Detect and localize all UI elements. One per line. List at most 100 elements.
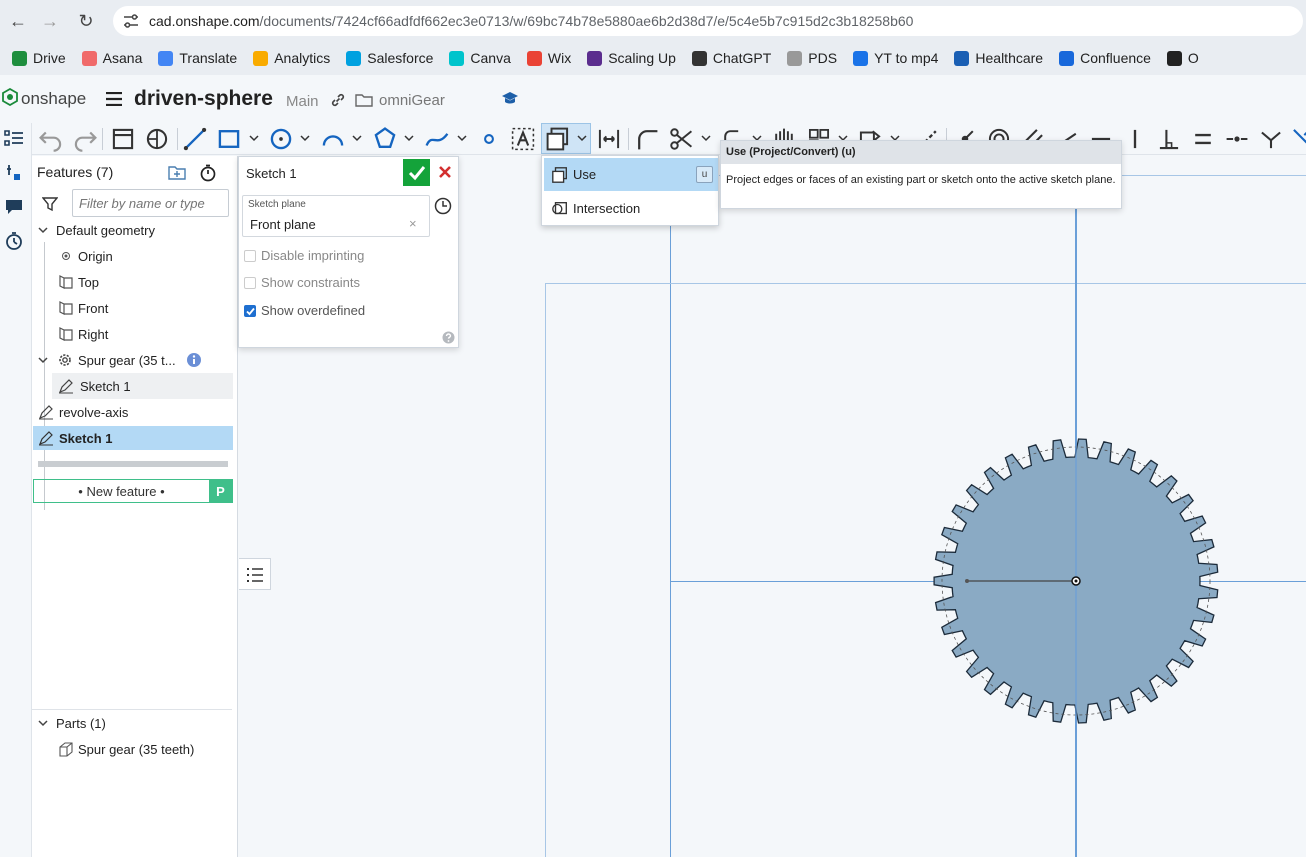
chevron-down-icon[interactable] <box>701 133 711 143</box>
confirm-button[interactable] <box>403 159 430 186</box>
parts-group[interactable]: Parts (1) <box>37 710 106 736</box>
feature-item-revolve-axis[interactable]: revolve-axis <box>38 399 128 425</box>
disable-imprinting-option[interactable]: Disable imprinting <box>244 248 364 263</box>
chevron-down-icon[interactable] <box>404 133 414 143</box>
reload-icon[interactable]: ↻ <box>68 3 104 39</box>
midpoint-icon[interactable] <box>1224 126 1250 152</box>
undo-icon[interactable] <box>38 126 64 152</box>
bookmark-item[interactable]: Analytics <box>245 44 338 72</box>
chevron-down-icon[interactable] <box>352 133 362 143</box>
redo-icon[interactable] <box>72 126 98 152</box>
forward-icon[interactable]: → <box>32 3 68 39</box>
link-icon[interactable] <box>330 92 346 108</box>
rollback-timer-icon[interactable] <box>199 164 217 182</box>
part-item[interactable]: Spur gear (35 teeth) <box>58 736 194 762</box>
show-constraints-option[interactable]: Show constraints <box>244 275 360 290</box>
insert-part-icon[interactable] <box>4 163 24 183</box>
back-icon[interactable]: ← <box>0 3 36 39</box>
chevron-down-icon[interactable] <box>37 717 49 729</box>
filter-input[interactable] <box>72 189 229 217</box>
site-settings-icon[interactable] <box>123 14 139 28</box>
chevron-down-icon[interactable] <box>457 133 467 143</box>
feature-list-icon[interactable] <box>3 128 25 148</box>
bookmark-item[interactable]: Asana <box>74 44 151 72</box>
menu-item-intersection[interactable]: Intersection <box>544 193 718 225</box>
branch-name[interactable]: Main <box>286 93 319 110</box>
bookmark-label: ChatGPT <box>712 50 772 66</box>
bookmark-item[interactable]: Canva <box>441 44 518 72</box>
feature-item-spur-gear[interactable]: Spur gear (35 t... <box>37 347 237 373</box>
feature-item-right[interactable]: Right <box>58 321 108 347</box>
chevron-down-icon[interactable] <box>37 354 49 366</box>
info-icon[interactable] <box>186 352 202 368</box>
bookmark-item[interactable]: O <box>1159 44 1207 72</box>
menu-icon[interactable] <box>106 92 122 106</box>
show-overdefined-checkbox[interactable] <box>244 304 256 317</box>
feature-item-front[interactable]: Front <box>58 295 108 321</box>
sketch-icon[interactable] <box>110 126 136 152</box>
trim-icon[interactable] <box>668 126 694 152</box>
arc-icon[interactable] <box>320 126 346 152</box>
view-normal-icon[interactable] <box>144 126 170 152</box>
bookmark-favicon-icon <box>691 50 707 66</box>
vertical-icon[interactable] <box>1122 126 1148 152</box>
equal-icon[interactable] <box>1190 126 1216 152</box>
pierce-icon[interactable] <box>1290 126 1306 152</box>
bookmark-item[interactable]: Healthcare <box>946 44 1051 72</box>
point-icon[interactable] <box>476 126 502 152</box>
bookmark-item[interactable]: ChatGPT <box>684 44 779 72</box>
sketch-plane-field[interactable]: Sketch plane Front plane × <box>242 195 430 237</box>
bookmark-item[interactable]: YT to mp4 <box>845 44 946 72</box>
bookmark-item[interactable]: Salesforce <box>338 44 441 72</box>
new-folder-icon[interactable] <box>168 165 186 181</box>
clear-plane-icon[interactable]: × <box>409 216 417 231</box>
history-clock-icon[interactable] <box>434 197 452 215</box>
feature-list-toggle[interactable] <box>239 558 271 590</box>
bookmark-item[interactable]: Wix <box>519 44 579 72</box>
chevron-down-icon[interactable] <box>37 224 49 236</box>
document-title[interactable]: driven-sphere <box>134 87 273 111</box>
bookmark-item[interactable]: Translate <box>150 44 245 72</box>
fillet-icon[interactable] <box>634 126 660 152</box>
chevron-down-icon[interactable] <box>577 133 587 143</box>
chevron-down-icon[interactable] <box>249 133 259 143</box>
feature-item-sketch1-selected[interactable]: Sketch 1 <box>33 426 233 450</box>
feature-item-spur-sketch[interactable]: Sketch 1 <box>52 373 233 399</box>
use-icon[interactable] <box>545 126 571 152</box>
feature-item-top[interactable]: Top <box>58 269 99 295</box>
show-constraints-checkbox[interactable] <box>244 276 256 289</box>
logo-text: onshape <box>21 89 87 108</box>
dimension-icon[interactable] <box>596 126 622 152</box>
history-icon[interactable] <box>4 231 24 251</box>
learning-center-icon[interactable] <box>501 91 519 107</box>
default-geometry-group[interactable]: Default geometry <box>37 217 155 243</box>
bookmark-favicon-icon <box>853 50 869 66</box>
bookmark-item[interactable]: Scaling Up <box>579 44 684 72</box>
show-overdefined-option[interactable]: Show overdefined <box>244 303 365 318</box>
chevron-down-icon[interactable] <box>300 133 310 143</box>
filter-icon[interactable] <box>42 196 58 212</box>
circle-icon[interactable] <box>268 126 294 152</box>
new-feature-button[interactable]: • New feature • P <box>33 479 233 503</box>
rectangle-icon[interactable] <box>216 126 242 152</box>
bookmark-item[interactable]: Confluence <box>1051 44 1159 72</box>
feature-item-origin[interactable]: Origin <box>60 243 113 269</box>
help-icon[interactable] <box>442 331 455 344</box>
revolve-axis-line <box>1075 443 1077 733</box>
text-icon[interactable] <box>510 126 536 152</box>
cancel-icon[interactable] <box>438 165 452 179</box>
folder-name[interactable]: omniGear <box>379 92 445 109</box>
bookmark-item[interactable]: Drive <box>4 44 74 72</box>
bookmark-label: Drive <box>33 50 66 66</box>
menu-item-use[interactable]: Use u <box>544 158 718 191</box>
perpendicular-icon[interactable] <box>1156 126 1182 152</box>
spline-icon[interactable] <box>424 126 450 152</box>
address-bar[interactable]: cad.onshape.com/documents/7424cf66adfdf6… <box>113 6 1303 36</box>
rollback-bar[interactable] <box>38 461 228 467</box>
normal-icon[interactable] <box>1258 126 1284 152</box>
line-icon[interactable] <box>182 126 208 152</box>
disable-imprinting-checkbox[interactable] <box>244 249 256 262</box>
comments-icon[interactable] <box>4 197 24 215</box>
polygon-icon[interactable] <box>372 126 398 152</box>
bookmark-item[interactable]: PDS <box>779 44 845 72</box>
